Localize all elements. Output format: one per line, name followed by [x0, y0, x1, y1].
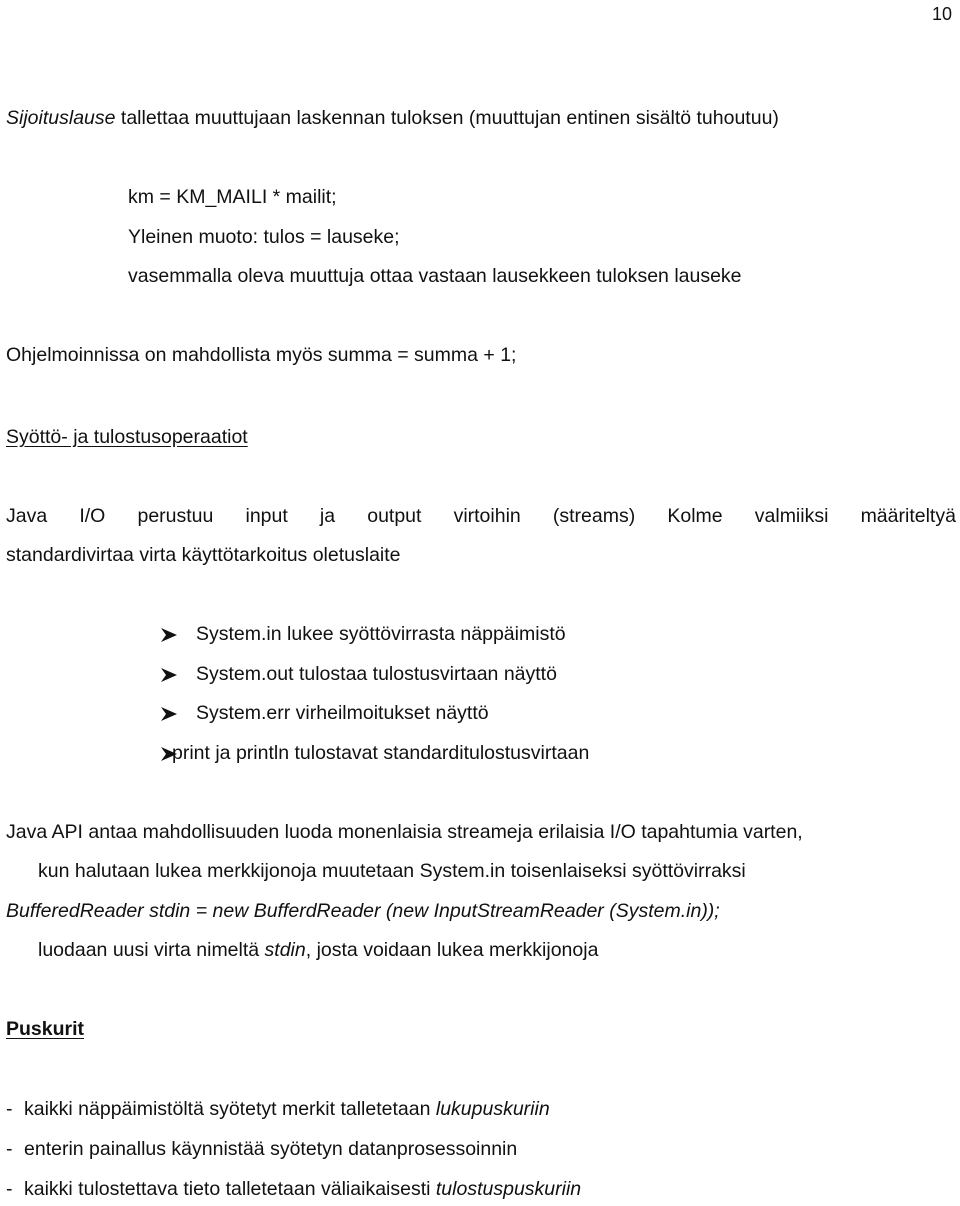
api-paragraph-line2: kun halutaan lukea merkkijonoja muutetaa… [38, 860, 746, 882]
arrow-bullet-icon [161, 707, 177, 721]
io-word: perustuu [137, 505, 214, 527]
buffer-item: kaikki näppäimistöltä syötetyt merkit ta… [24, 1098, 550, 1120]
stream-bullet: System.in lukee syöttövirrasta näppäimis… [196, 623, 566, 645]
buffer-item-text: kaikki näppäimistöltä syötetyt merkit ta… [24, 1098, 436, 1120]
api-paragraph-line1: Java API antaa mahdollisuuden luoda mone… [6, 821, 803, 843]
io-word: I/O [79, 505, 106, 527]
stream-bullet: print ja println tulostavat standarditul… [172, 742, 590, 764]
buffer-item: enterin painallus käynnistää syötetyn da… [24, 1138, 518, 1160]
api-paragraph-line4: luodaan uusi virta nimeltä stdin, josta … [38, 939, 599, 961]
io-word: määriteltyä [860, 505, 956, 527]
io-paragraph-line2: standardivirtaa virta käyttötarkoitus ol… [6, 544, 401, 566]
api-line4-text: luodaan uusi virta nimeltä [38, 939, 265, 961]
io-word: virtoihin [453, 505, 521, 527]
intro-term: Sijoituslause [6, 107, 116, 129]
buffer-item-term: lukupuskuriin [435, 1098, 550, 1120]
buffer-item-text: kaikki tulostettava tieto talletetaan vä… [24, 1178, 436, 1200]
buffer-heading: Puskurit [6, 1018, 85, 1040]
intro-rest: tallettaa muuttujaan laskennan tuloksen … [115, 107, 779, 129]
arrow-bullet-icon [161, 628, 177, 642]
io-word: input [245, 505, 288, 527]
buffer-dash: - [6, 1098, 13, 1120]
buffer-dash: - [6, 1178, 13, 1200]
io-word: Kolme [667, 505, 723, 527]
assignment-example: km = KM_MAILI * mailit; [128, 186, 337, 208]
io-heading: Syöttö- ja tulostusoperaatiot [6, 426, 248, 448]
page-number: 10 [931, 4, 952, 24]
buffer-dash: - [6, 1138, 13, 1160]
arrow-bullet-icon [161, 668, 177, 682]
io-word: ja [319, 505, 336, 527]
io-word: valmiiksi [754, 505, 829, 527]
buffer-item-text: enterin painallus käynnistää syötetyn da… [24, 1138, 518, 1160]
assignment-explanation: vasemmalla oleva muuttuja ottaa vastaan … [128, 265, 742, 287]
bufferedreader-code-line: BufferedReader stdin = new BufferdReader… [6, 900, 720, 922]
io-paragraph-line1: Java I/O perustuu input ja output virtoihin (st… [6, 505, 956, 527]
assignment-general-form: Yleinen muoto: tulos = lauseke; [128, 226, 400, 248]
summa-line: Ohjelmoinnissa on mahdollista myös summa… [6, 344, 517, 366]
buffer-item-term: tulostuspuskuriin [435, 1178, 582, 1200]
buffer-item: kaikki tulostettava tieto talletetaan vä… [24, 1178, 582, 1200]
stdin-term: stdin [264, 939, 306, 961]
io-word: output [367, 505, 422, 527]
io-word: (streams) [552, 505, 636, 527]
api-line4-text-end: , josta voidaan lukea merkkijonoja [305, 939, 599, 961]
stream-bullet: System.err virheilmoitukset näyttö [196, 702, 489, 724]
stream-bullet: System.out tulostaa tulostusvirtaan näyt… [196, 663, 557, 685]
intro-sentence: Sijoituslause tallettaa muuttujaan laske… [6, 107, 779, 129]
io-word: Java [6, 505, 48, 527]
